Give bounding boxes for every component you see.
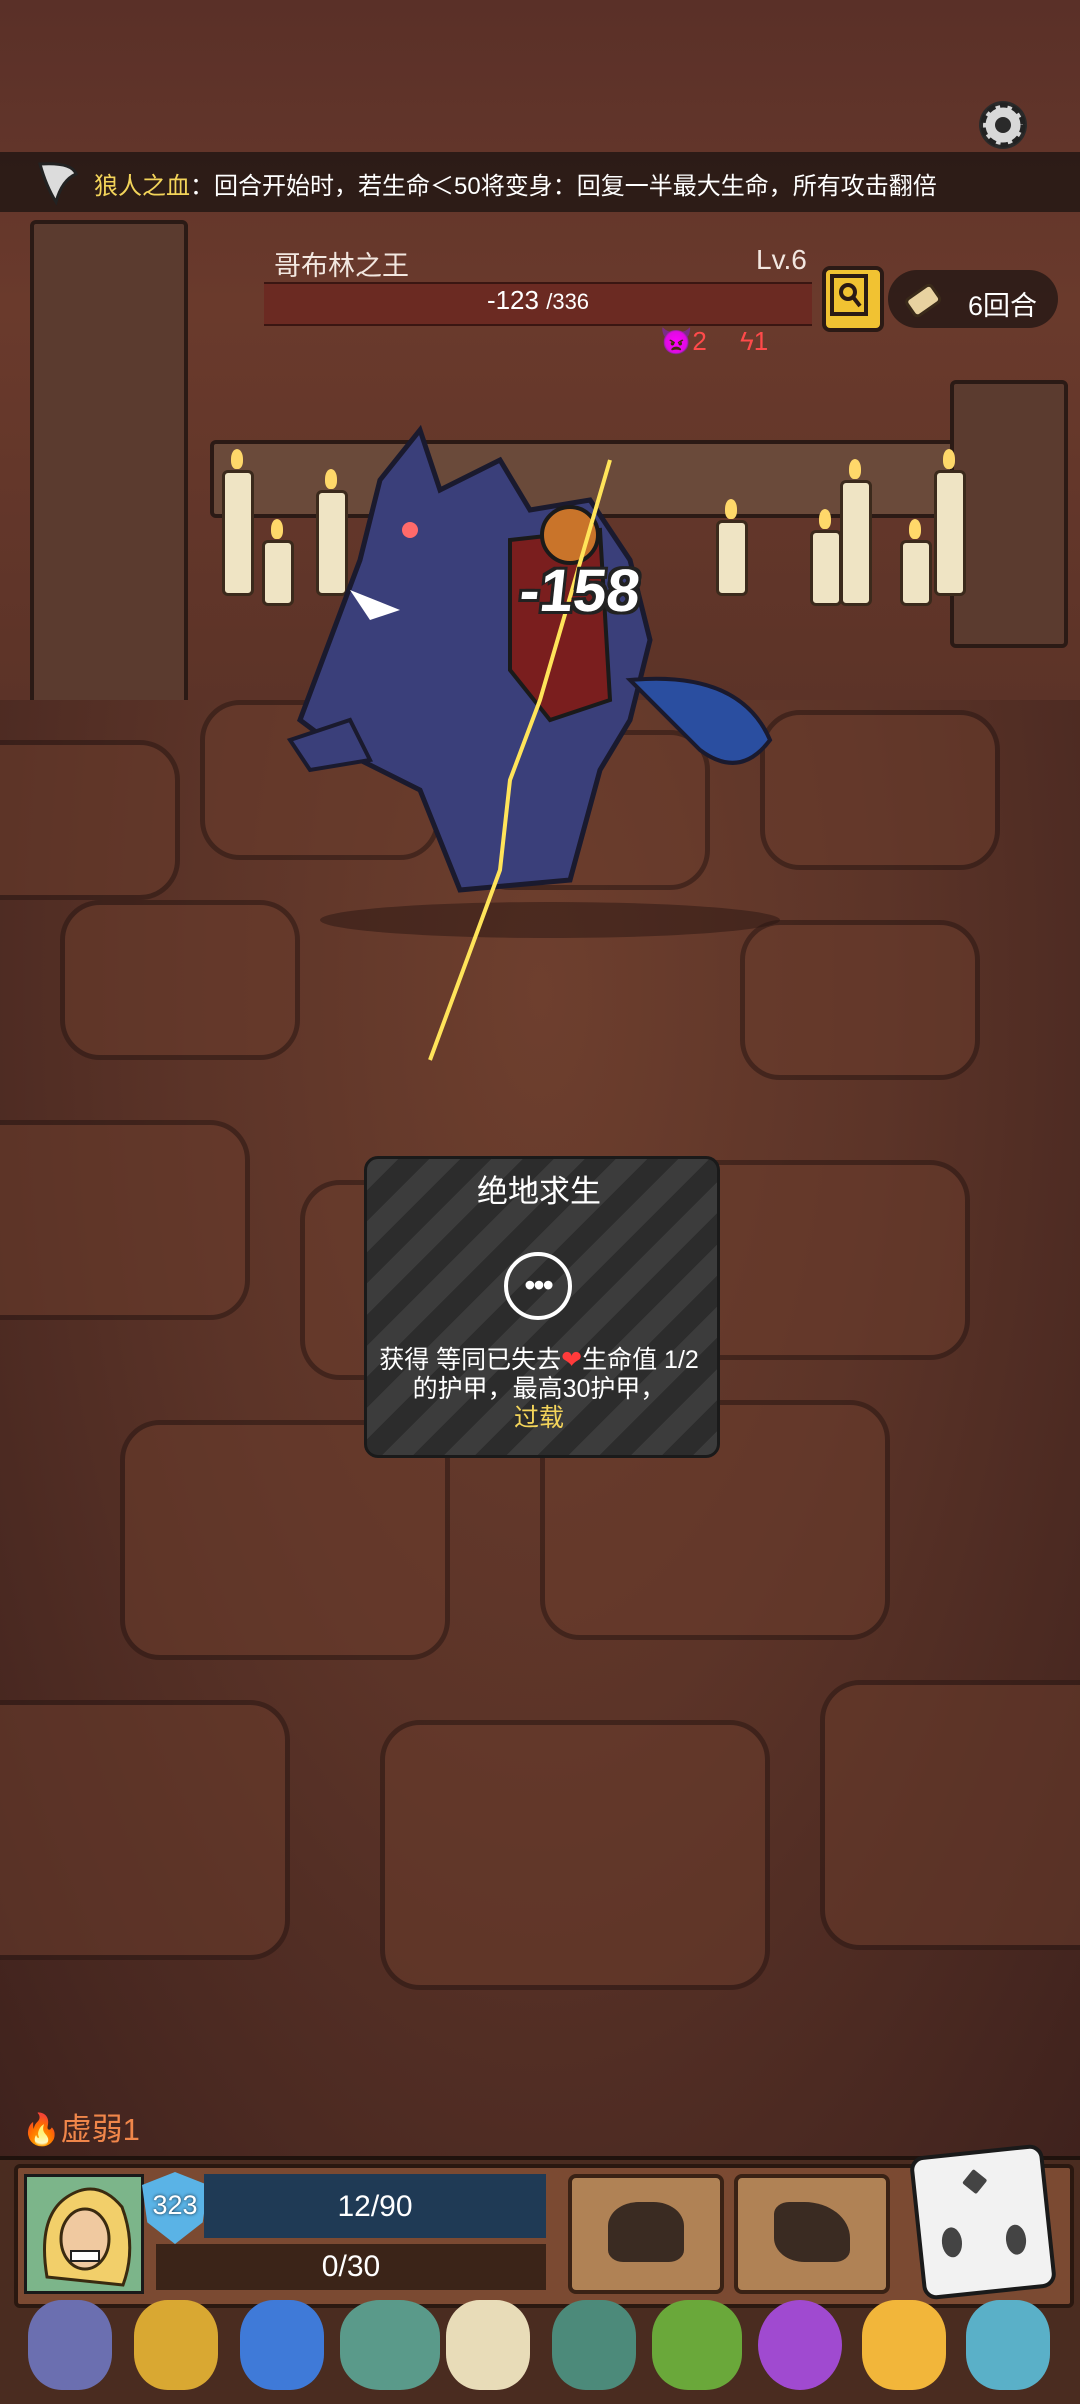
skill-title: 绝地求生 <box>477 1174 601 1209</box>
enemy-hp-max: /336 <box>546 289 590 314</box>
passive-effect: ：回合开始时，若生命＜50将变身：回复一半最大生命，所有攻击翻倍 <box>190 173 937 200</box>
damage-number: -158 <box>516 557 644 624</box>
enemy-hp-text: -123 /336 <box>264 285 812 316</box>
claw-slash-icon <box>774 2202 850 2262</box>
dice-pip <box>1004 2223 1028 2256</box>
overload-keyword[interactable]: 过载 <box>514 1404 564 1432</box>
blue-mushroom-icon[interactable] <box>240 2300 324 2390</box>
status-weak[interactable]: 🔥虚弱1 <box>22 2104 140 2149</box>
fist-skill-button[interactable] <box>568 2174 724 2294</box>
enemy-level: Lv.6 <box>756 244 807 275</box>
armor-value: 323 <box>152 2190 198 2220</box>
enemy-hp-change: -123 <box>486 285 539 315</box>
player-energy-text: 0/30 <box>321 2250 381 2283</box>
clover-icon[interactable] <box>652 2300 742 2390</box>
swirl-icon: ϟ <box>740 326 754 356</box>
poison-flask-icon[interactable] <box>758 2300 842 2390</box>
golden-hand-icon[interactable] <box>862 2300 946 2390</box>
gear-icon[interactable] <box>968 90 1038 160</box>
passive-description: 狼人之血：回合开始时，若生命＜50将变身：回复一半最大生命，所有攻击翻倍 <box>94 166 937 201</box>
scroll-icon <box>905 283 942 318</box>
dice-pip <box>962 2168 988 2195</box>
slash-skill-button[interactable] <box>734 2174 890 2294</box>
bestiary-button[interactable] <box>822 266 884 332</box>
player-portrait[interactable] <box>24 2174 144 2294</box>
passive-name: 狼人之血 <box>94 173 190 200</box>
horns-icon[interactable] <box>446 2300 530 2390</box>
green-cleaver-icon[interactable] <box>340 2300 440 2390</box>
candle <box>222 449 254 596</box>
turn-count: 6回合 <box>968 291 1038 321</box>
golden-claws-icon[interactable] <box>134 2300 218 2390</box>
stone-pillar <box>30 220 188 708</box>
slime-icon[interactable] <box>966 2300 1050 2390</box>
enemy-intent-debuff[interactable]: ϟ1 <box>740 326 768 357</box>
stone-throne <box>950 380 1068 648</box>
devil-icon: 👿 <box>660 326 693 356</box>
heart-icon: ❤ <box>561 1346 583 1374</box>
book-icon <box>830 274 868 316</box>
enemy-name: 哥布林之王 <box>274 251 409 281</box>
lightning-strike <box>428 459 612 1061</box>
dice-roll-button[interactable] <box>908 2143 1058 2301</box>
claw-gauntlet-icon[interactable] <box>28 2300 112 2390</box>
dice-pip <box>940 2226 964 2259</box>
skill-description: 获得 等同已失去❤生命值 1/2 的护甲，最高30护甲， 过载 <box>379 1346 699 1432</box>
ellipsis-icon: ••• <box>504 1252 572 1320</box>
flame-icon: 🔥 <box>22 2112 61 2147</box>
player-hp-text: 12/90 <box>337 2190 413 2223</box>
candle <box>840 459 872 606</box>
enemy-intent-attack[interactable]: 👿2 <box>660 326 707 357</box>
fang-icon <box>38 162 78 206</box>
spiked-fist-icon <box>608 2202 684 2262</box>
candle <box>900 519 932 606</box>
candle <box>934 449 966 596</box>
teapot-icon[interactable] <box>552 2300 636 2390</box>
